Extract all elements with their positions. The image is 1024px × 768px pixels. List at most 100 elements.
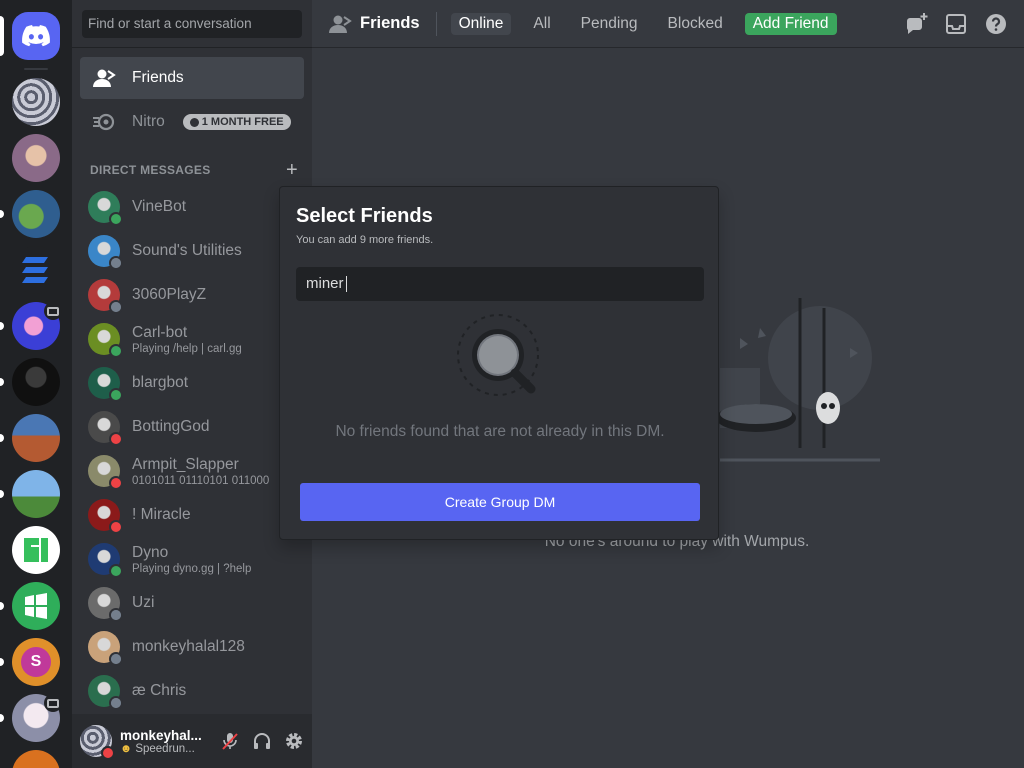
friend-search-input[interactable]: miner [296,267,704,301]
unread-indicator [0,714,4,722]
dm-activity: 0101011 01110101 011000 [132,474,270,487]
add-friend-button[interactable]: Add Friend [744,12,837,35]
avatar [88,279,123,314]
dm-item[interactable]: 3060PlayZ [80,274,304,316]
mute-button[interactable] [218,727,242,755]
windows-logo-icon [25,593,47,619]
help-button[interactable] [984,12,1008,36]
status-indicator [109,476,123,490]
dm-name: VineBot [132,198,187,215]
dm-name: monkeyhalal128 [132,638,245,655]
dm-activity: Playing /help | carl.gg [132,342,242,355]
emoji-icon: ☻ [120,742,133,755]
dm-activity: Playing dyno.gg | ?help [132,562,252,575]
dm-name: æ Chris [132,682,187,699]
nav-nitro[interactable]: Nitro 1 MONTH FREE [80,101,304,143]
new-group-dm-button[interactable] [904,12,928,36]
avatar [88,235,123,270]
dm-item[interactable]: monkeyhalal128 [80,626,304,668]
dm-text: BottingGod [132,418,210,436]
deafen-button[interactable] [250,727,274,755]
text-caret [345,276,347,293]
create-group-dm-button[interactable]: Create Group DM [300,483,700,521]
server-icon[interactable] [12,246,60,294]
avatar [88,499,123,534]
tab-pending[interactable]: Pending [573,13,646,35]
dm-text: Sound's Utilities [132,242,242,260]
nav-nitro-label: Nitro [132,113,165,130]
unread-indicator [0,658,4,666]
inbox-button[interactable] [944,12,968,36]
dm-text: Dyno Playing dyno.gg | ?help [132,544,251,575]
dm-item[interactable]: Uzi [80,582,304,624]
create-dm-icon[interactable]: + [286,160,298,180]
status-indicator [109,652,123,666]
unread-indicator [0,210,4,218]
status-indicator [109,564,123,578]
dm-name: BottingGod [132,418,210,435]
no-results-message: No friends found that are not already in… [335,423,665,440]
select-friends-popout: Select Friends You can add 9 more friend… [279,186,719,540]
server-icon[interactable] [12,190,60,238]
dm-text: VineBot [132,198,186,216]
dm-item[interactable]: BottingGod [80,406,304,448]
voice-badge [44,694,62,712]
server-icon[interactable]: S [12,638,60,686]
avatar [88,455,123,490]
dm-item[interactable]: Sound's Utilities [80,230,304,272]
nav-friends[interactable]: Friends [80,57,304,99]
tab-all[interactable]: All [525,13,558,35]
settings-button[interactable] [282,727,306,755]
status-indicator [109,212,123,226]
dm-name: Dyno [132,543,169,561]
dm-item[interactable]: Armpit_Slapper 0101011 01110101 011000 [80,450,304,492]
server-icon[interactable] [12,78,60,126]
friend-search-value: miner [306,275,344,292]
username: monkeyhal... [120,727,202,743]
server-icon[interactable] [12,358,60,406]
dm-text: ! Miracle [132,506,191,524]
custom-status-text: Speedrun... [135,742,195,755]
home-button[interactable] [12,12,60,60]
unread-indicator [0,378,4,386]
unread-indicator [0,322,4,330]
status-indicator [109,300,123,314]
friends-icon [329,15,352,33]
dm-text: blargbot [132,374,188,392]
unread-indicator [0,434,4,442]
inbox-icon [946,14,966,34]
rail-separator [24,68,48,70]
popout-title: Select Friends [296,205,433,227]
tab-blocked[interactable]: Blocked [660,13,731,35]
server-icon[interactable] [12,414,60,462]
server-icon[interactable] [12,134,60,182]
nav-friends-label: Friends [132,69,184,86]
dm-item[interactable]: VineBot [80,186,304,228]
dm-name: Carl-bot [132,323,188,341]
magnifier-illustration [457,314,539,396]
header-toolbar [904,12,1008,36]
avatar [88,323,123,358]
server-icon[interactable] [12,582,60,630]
page-title: Friends [360,14,420,32]
dm-name: 3060PlayZ [132,286,207,303]
server-icon[interactable] [12,750,60,768]
status-indicator [109,608,123,622]
wumpus-illustration [716,298,880,462]
dm-item[interactable]: æ Chris [80,670,304,712]
dm-item[interactable]: blargbot [80,362,304,404]
dm-name: Sound's Utilities [132,242,242,259]
dm-item[interactable]: Carl-bot Playing /help | carl.gg [80,318,304,360]
avatar[interactable] [80,725,115,760]
server-icon[interactable] [12,526,60,574]
dm-item[interactable]: Dyno Playing dyno.gg | ?help [80,538,304,580]
server-icon[interactable] [12,470,60,518]
tab-online[interactable]: Online [450,12,512,35]
dm-item[interactable]: ! Miracle [80,494,304,536]
discord-logo-icon [22,25,50,47]
dm-name: blargbot [132,374,189,391]
dm-section-header: DIRECT MESSAGES + [90,160,298,180]
search-input[interactable]: Find or start a conversation [82,10,302,38]
help-icon [986,14,1006,34]
status-indicator [109,432,123,446]
